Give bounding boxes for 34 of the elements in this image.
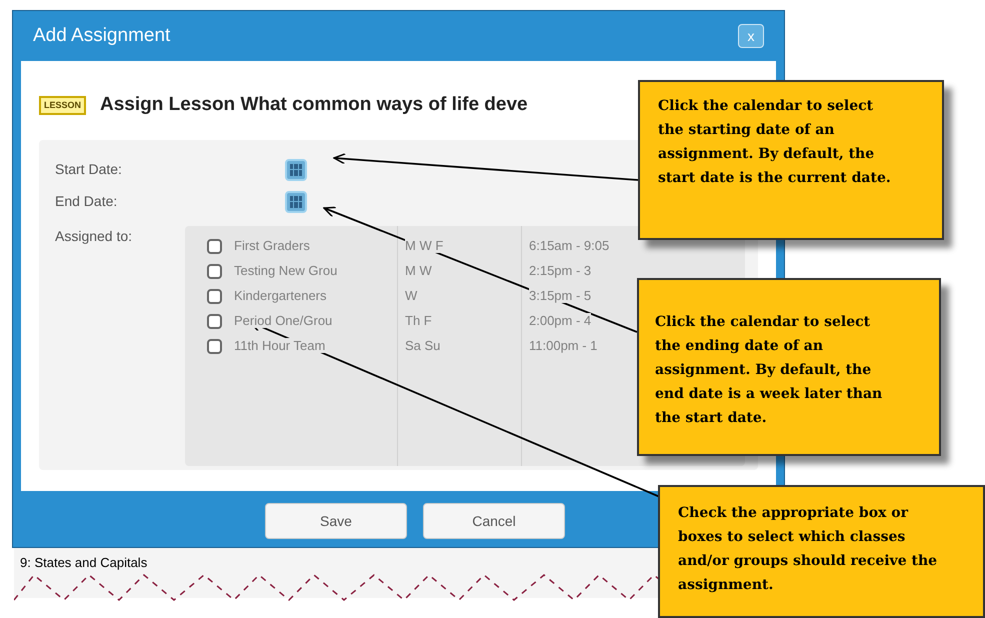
checkbox[interactable]	[207, 288, 222, 304]
field-label: Start Date:	[55, 160, 123, 179]
group-name: Testing New Grou	[234, 263, 338, 278]
dialog-button[interactable]: Cancel	[423, 503, 565, 539]
group-name: 11th Hour Team	[234, 338, 326, 353]
field-label: End Date:	[55, 192, 118, 211]
group-days: Sa Su	[405, 338, 440, 353]
group-name: First Graders	[234, 238, 310, 253]
group-days: M W F	[405, 238, 444, 253]
field-label: Assigned to:	[55, 226, 134, 246]
lesson-badge: LESSON	[39, 96, 86, 115]
group-time: 2:00pm - 4	[529, 313, 592, 328]
callout-note: Check the appropriate box or boxes to select which classes and/or groups should receive the assignment.	[658, 485, 985, 618]
group-days: M W	[405, 263, 432, 278]
group-name: Kindergarteners	[234, 288, 326, 303]
dialog-heading: Assign Lesson What common ways of life deve	[100, 93, 528, 117]
group-time: 3:15pm - 5	[529, 288, 592, 303]
calendar-icon[interactable]	[285, 190, 307, 212]
group-name: Period One/Grou	[234, 313, 332, 328]
group-time: 6:15am - 9:05	[529, 238, 610, 253]
group-days: Th F	[405, 313, 432, 328]
window-title: Add Assignment	[33, 24, 170, 48]
callout-note: Click the calendar to select the starting date of an assignment. By default, the start date is the current date.	[638, 80, 944, 240]
group-time: 2:15pm - 3	[529, 263, 592, 278]
calendar-icon[interactable]	[285, 158, 307, 180]
checkbox[interactable]	[207, 314, 222, 328]
callout-note: Click the calendar to select the ending date of an assignment. By default, the end date is a week later than the start date.	[637, 278, 941, 456]
checkbox[interactable]	[207, 338, 222, 354]
group-days: W	[405, 288, 418, 303]
group-time: 11:00pm - 1	[529, 338, 598, 353]
checkbox[interactable]	[207, 238, 222, 254]
dialog-button[interactable]: Save	[265, 503, 407, 539]
lesson-title: 9: States and Capitals	[20, 554, 148, 572]
checkbox[interactable]	[207, 264, 222, 278]
